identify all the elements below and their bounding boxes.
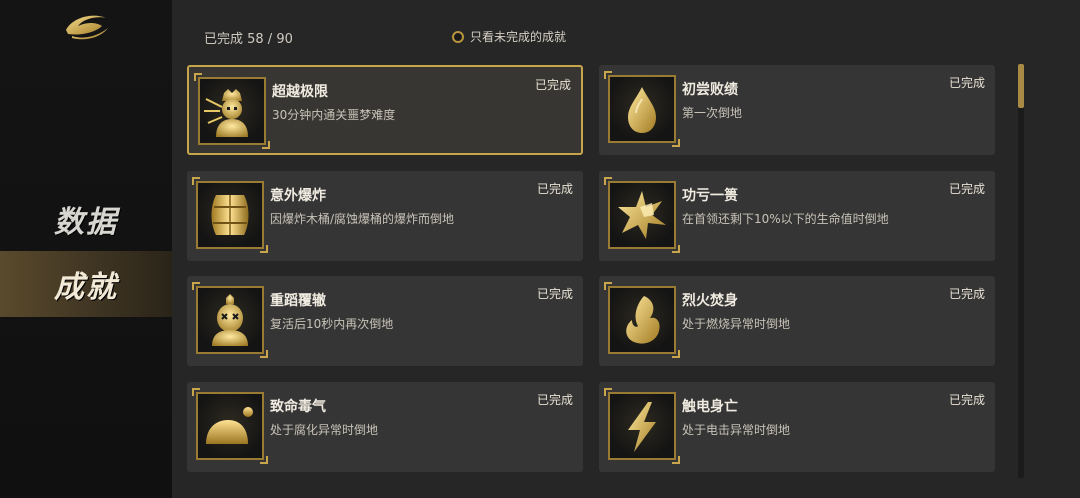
achievement-status: 已完成 bbox=[948, 182, 985, 196]
poison-gas-icon bbox=[206, 407, 253, 444]
achievement-icon-frame bbox=[194, 73, 270, 149]
achievement-card[interactable]: 烈火焚身 处于燃烧异常时倒地 已完成 bbox=[599, 276, 995, 366]
flame-icon bbox=[626, 296, 660, 344]
scrollbar[interactable] bbox=[1018, 64, 1024, 478]
nav-item-achievements[interactable]: 成就 bbox=[0, 251, 172, 317]
achievement-card[interactable]: 致命毒气 处于腐化异常时倒地 已完成 bbox=[187, 382, 583, 472]
achievement-status: 已完成 bbox=[948, 76, 985, 90]
achievement-status: 已完成 bbox=[536, 182, 573, 196]
achievement-title: 致命毒气 bbox=[270, 399, 326, 415]
scrollbar-thumb[interactable] bbox=[1018, 64, 1024, 108]
achievement-title: 重蹈覆辙 bbox=[270, 293, 326, 309]
nav-item-data[interactable]: 数据 bbox=[0, 186, 172, 252]
achievement-icon-frame bbox=[604, 177, 680, 253]
achievement-description: 处于腐化异常时倒地 bbox=[270, 423, 379, 437]
achievement-title: 超越极限 bbox=[272, 84, 328, 100]
achievement-description: 复活后10秒内再次倒地 bbox=[270, 317, 394, 331]
achievement-status: 已完成 bbox=[948, 287, 985, 301]
achievement-card[interactable]: 功亏一篑 在首领还剩下10%以下的生命值时倒地 已完成 bbox=[599, 171, 995, 261]
incomplete-only-filter[interactable]: 只看未完成的成就 bbox=[452, 28, 566, 45]
filter-label: 只看未完成的成就 bbox=[470, 30, 567, 44]
achievement-description: 处于电击异常时倒地 bbox=[682, 423, 791, 437]
star-burst-icon bbox=[618, 191, 666, 239]
achievement-card[interactable]: 重蹈覆辙 复活后10秒内再次倒地 已完成 bbox=[187, 276, 583, 366]
drop-icon bbox=[628, 87, 656, 133]
game-logo-icon bbox=[66, 15, 108, 40]
knocked-out-icon bbox=[212, 294, 248, 346]
achievement-icon-frame bbox=[604, 388, 680, 464]
lightning-icon bbox=[628, 402, 656, 452]
achievement-card[interactable]: 意外爆炸 因爆炸木桶/腐蚀爆桶的爆炸而倒地 已完成 bbox=[187, 171, 583, 261]
nav-item-label: 成就 bbox=[54, 270, 118, 305]
achievement-description: 处于燃烧异常时倒地 bbox=[682, 317, 791, 331]
achievement-icon-frame bbox=[604, 71, 680, 147]
achievement-icon-frame bbox=[192, 388, 268, 464]
achievement-description: 因爆炸木桶/腐蚀爆桶的爆炸而倒地 bbox=[270, 212, 455, 226]
achievement-description: 30分钟内通关噩梦难度 bbox=[272, 108, 396, 122]
achievement-description: 在首领还剩下10%以下的生命值时倒地 bbox=[682, 212, 889, 226]
achievement-title: 功亏一篑 bbox=[682, 188, 738, 204]
barrel-icon bbox=[211, 195, 249, 235]
sidebar: 数据 成就 bbox=[0, 0, 172, 498]
achievement-title: 烈火焚身 bbox=[682, 293, 738, 309]
achievement-status: 已完成 bbox=[536, 393, 573, 407]
achievement-status: 已完成 bbox=[948, 393, 985, 407]
achievement-icon-frame bbox=[604, 282, 680, 358]
achievements-panel: 已完成 58 / 90 只看未完成的成就 超越极限 30分钟内通关噩梦难度 已完… bbox=[172, 0, 1080, 498]
achievement-card[interactable]: 超越极限 30分钟内通关噩梦难度 已完成 bbox=[187, 65, 583, 155]
filter-radio[interactable] bbox=[452, 30, 464, 43]
achievement-card[interactable]: 触电身亡 处于电击异常时倒地 已完成 bbox=[599, 382, 995, 472]
warrior-icon bbox=[204, 89, 248, 137]
achievement-title: 意外爆炸 bbox=[270, 188, 326, 204]
nav-item-label: 数据 bbox=[54, 205, 118, 240]
progress-counter: 已完成 58 / 90 bbox=[204, 32, 293, 47]
achievement-status: 已完成 bbox=[534, 78, 571, 92]
achievement-title: 初尝败绩 bbox=[682, 82, 738, 98]
achievement-status: 已完成 bbox=[536, 287, 573, 301]
achievement-icon-frame bbox=[192, 282, 268, 358]
achievement-description: 第一次倒地 bbox=[682, 106, 743, 120]
achievement-title: 触电身亡 bbox=[682, 399, 738, 415]
achievement-icon-frame bbox=[192, 177, 268, 253]
achievement-card[interactable]: 初尝败绩 第一次倒地 已完成 bbox=[599, 65, 995, 155]
